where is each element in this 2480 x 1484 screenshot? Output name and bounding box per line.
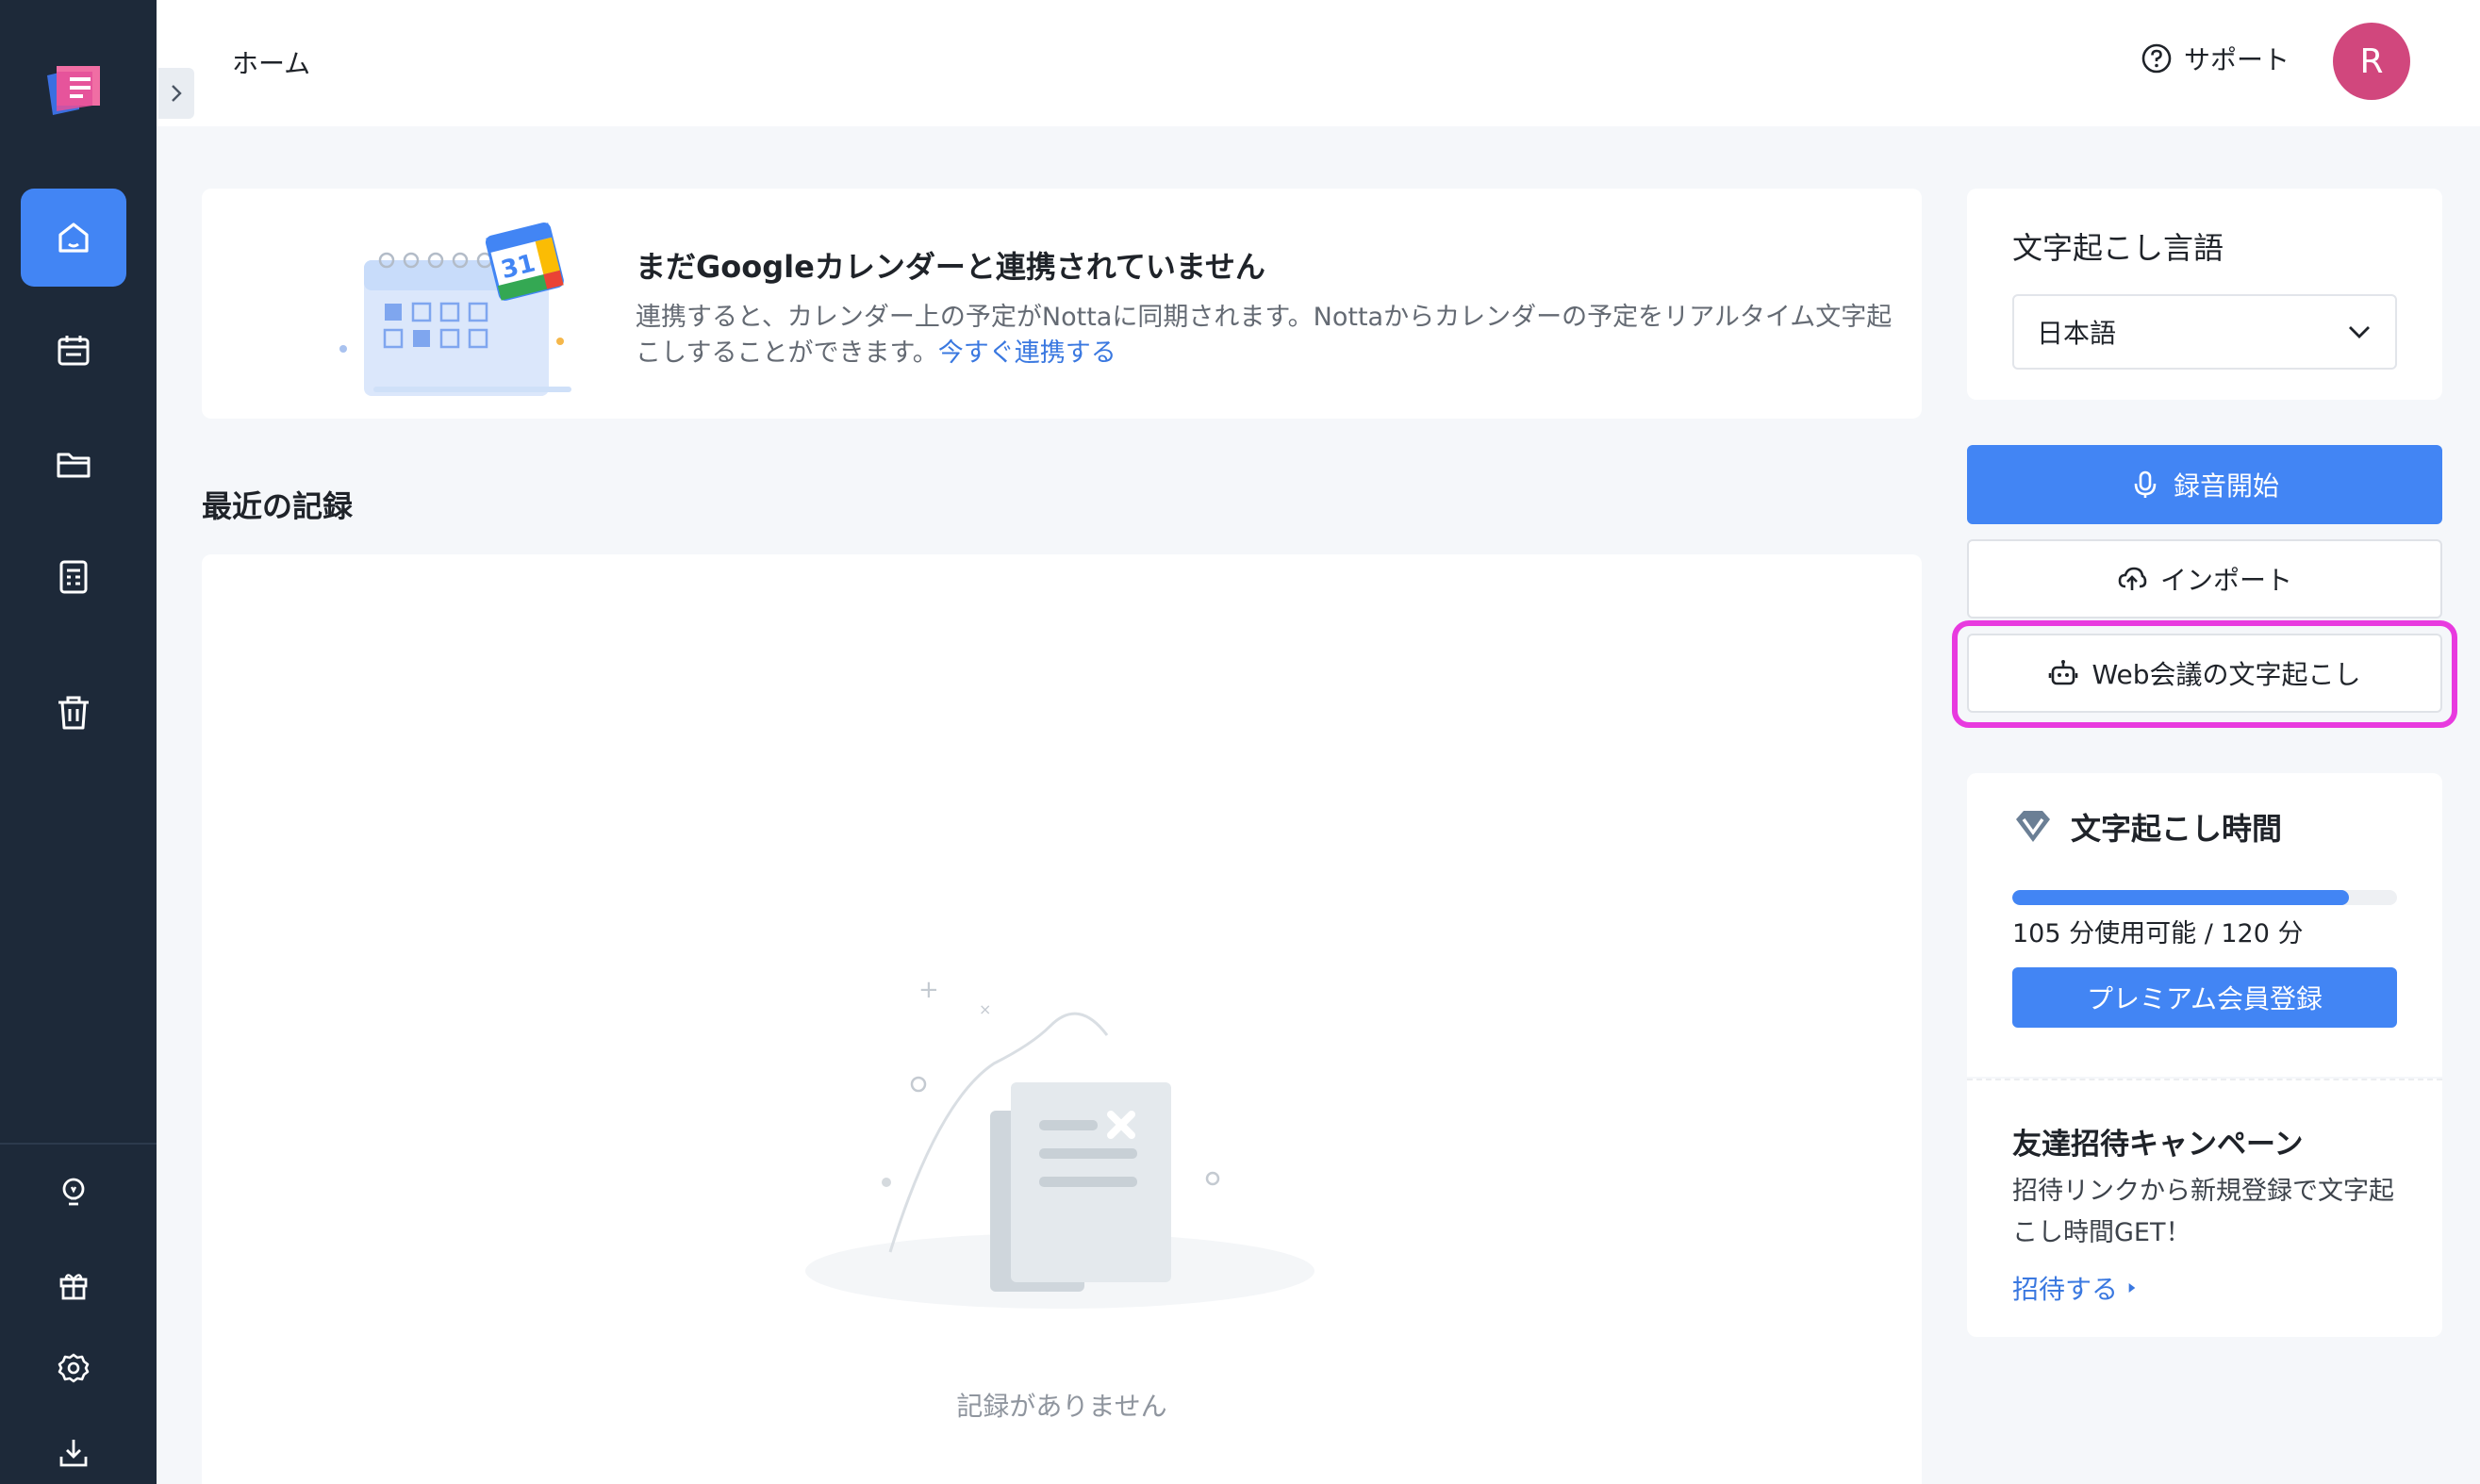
premium-signup-button[interactable]: プレミアム会員登録 [2012,967,2397,1028]
calendar-icon [58,336,90,366]
document-list-icon [59,560,88,594]
banner-description-text: 連携すると、カレンダー上の予定がNottaに同期されます。Nottaからカレンダ… [636,303,1893,368]
banner-description: 連携すると、カレンダー上の予定がNottaに同期されます。Nottaからカレンダ… [636,300,1899,371]
notta-logo[interactable] [41,58,107,124]
connect-calendar-link[interactable]: 今すぐ連携する [938,338,1116,368]
empty-records-illustration: + × [805,969,1314,1309]
sidebar-toggle-button[interactable] [158,68,194,119]
help-circle-icon [2141,43,2172,74]
invite-description: 招待リンクから新規登録で文字起こし時間GET！ [2012,1177,2394,1247]
import-label: インポート [2159,565,2292,596]
language-select[interactable]: 日本語 [2012,294,2397,370]
sidebar-item-documents[interactable] [21,528,126,626]
top-header: ホーム サポート R [157,0,2480,126]
start-recording-label: 録音開始 [2173,470,2279,502]
sidebar-divider [0,1143,157,1145]
sidebar-item-trash[interactable] [21,664,126,762]
calendar-sync-banner: 31 まだGoogleカレンダーと連携されていません 連携すると、カレンダー上の… [202,189,1922,419]
sidebar-item-folder[interactable] [21,415,126,513]
support-label: サポート [2183,44,2290,75]
sidebar-item-home[interactable] [21,189,126,287]
avatar[interactable]: R [2333,23,2410,100]
usage-progress-fill [2012,890,2349,905]
gear-icon [58,1353,90,1383]
transcription-language-card: 文字起こし言語 日本語 [1967,189,2442,400]
invite-title: 友達招待キャンペーン [2012,1128,2304,1162]
sidebar-item-download[interactable] [42,1422,105,1484]
sidebar-item-gift[interactable] [42,1254,105,1316]
trash-icon [58,696,89,730]
sidebar-item-settings[interactable] [42,1337,105,1399]
support-link[interactable]: サポート [2141,40,2290,77]
start-recording-button[interactable]: 録音開始 [1967,445,2442,524]
breadcrumb: ホーム [232,48,311,79]
invite-link-label: 招待する [2012,1274,2119,1305]
gift-icon [59,1274,88,1300]
svg-text:+: + [918,976,939,1004]
transcription-time-header: 文字起こし時間 [2012,805,2282,849]
recent-records-panel: + × 記録がありません [202,554,1922,1484]
download-icon [59,1440,88,1467]
home-icon [58,223,89,253]
recent-records-title: 最近の記録 [202,488,354,524]
import-button[interactable]: インポート [1967,539,2442,618]
microphone-icon [2134,470,2157,498]
language-title: 文字起こし言語 [2012,230,2224,266]
transcription-time-card: 文字起こし時間 105 分使用可能 / 120 分 プレミアム会員登録 [1967,773,2442,1077]
sidebar [0,0,157,1484]
cloud-upload-icon [2118,567,2147,590]
chevron-down-icon [2349,326,2370,338]
svg-text:×: × [979,1000,991,1018]
usage-text: 105 分使用可能 / 120 分 [2012,919,2304,948]
usage-progress-bar [2012,890,2397,905]
empty-records-text: 記録がありません [956,1391,1167,1422]
caret-right-icon [2128,1283,2136,1293]
sidebar-item-calendar[interactable] [21,302,126,400]
calendar-illustration: 31 [336,217,600,396]
banner-title: まだGoogleカレンダーと連携されていません [636,249,1265,285]
highlight-outline [1952,620,2457,728]
language-selected-value: 日本語 [2037,318,2117,349]
invite-link[interactable]: 招待する [2012,1269,2137,1307]
diamond-icon [2016,811,2050,842]
chevron-right-icon [172,85,182,102]
folder-icon [57,453,91,478]
transcription-time-title: 文字起こし時間 [2071,811,2283,847]
invite-campaign-card: 友達招待キャンペーン 招待リンクから新規登録で文字起こし時間GET！ 招待する [1967,1079,2442,1337]
lightbulb-icon [62,1178,85,1206]
sidebar-item-tips[interactable] [42,1162,105,1224]
